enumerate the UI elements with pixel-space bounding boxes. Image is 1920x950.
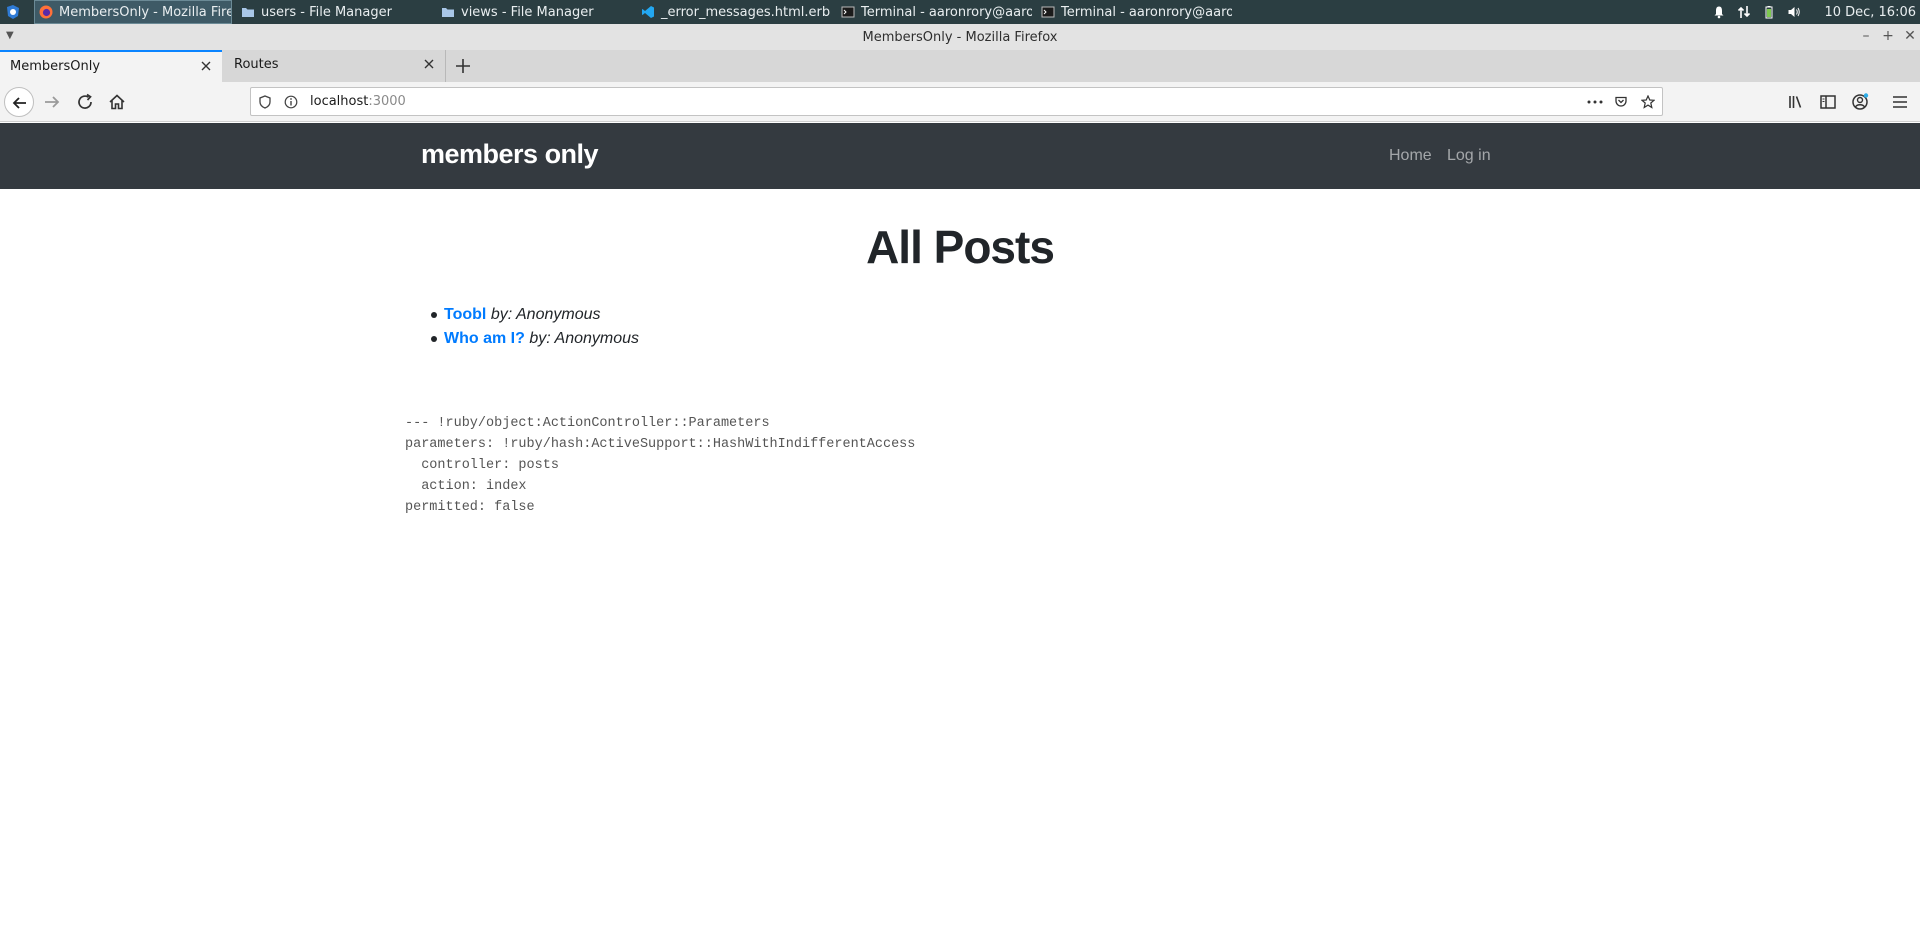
post-list: Toobl by: Anonymous Who am I? by: Anonym… — [430, 303, 640, 351]
hamburger-menu-icon[interactable] — [1890, 92, 1910, 112]
more-actions-icon[interactable] — [1586, 95, 1604, 109]
browser-toolbar: localhost:3000 — [0, 82, 1920, 122]
task-terminal-2[interactable]: Terminal - aaronrory@aaron... — [1037, 0, 1232, 24]
debug-line: --- !ruby/object:ActionController::Param… — [405, 416, 770, 431]
tab-label: Routes — [234, 57, 279, 72]
home-icon[interactable] — [107, 92, 127, 112]
window-titlebar: ▼ MembersOnly - Mozilla Firefox – + ✕ — [0, 24, 1920, 52]
sidebar-icon[interactable] — [1818, 92, 1838, 112]
back-button[interactable] — [4, 87, 34, 117]
post-author: by: Anonymous — [529, 330, 640, 347]
debug-line: permitted: false — [405, 500, 535, 515]
task-label: users - File Manager — [261, 4, 392, 20]
bookmark-star-icon[interactable] — [1641, 95, 1655, 109]
task-file-manager-views[interactable]: views - File Manager — [437, 0, 627, 24]
os-taskbar: MembersOnly - Mozilla Firefox users - Fi… — [0, 0, 1920, 24]
post-link[interactable]: Toobl — [444, 306, 486, 323]
url-text[interactable]: localhost:3000 — [310, 94, 406, 109]
tab-strip: MembersOnly Routes — [0, 50, 1920, 82]
page-content: members only Home Log in All Posts Toobl… — [0, 123, 1920, 950]
minimize-icon[interactable]: – — [1858, 28, 1874, 44]
page-title: All Posts — [866, 221, 1055, 273]
debug-line: controller: posts — [405, 458, 559, 473]
firefox-icon — [39, 5, 53, 19]
task-label: _error_messages.html.erb - ... — [661, 4, 832, 20]
maximize-icon[interactable]: + — [1880, 28, 1896, 44]
task-label: Terminal - aaronrory@aaron... — [1061, 4, 1232, 20]
site-brand[interactable]: members only — [421, 139, 599, 170]
post-link[interactable]: Who am I? — [444, 330, 525, 347]
reload-icon[interactable] — [75, 92, 95, 112]
list-item: Who am I? by: Anonymous — [430, 327, 640, 351]
debug-line: parameters: !ruby/hash:ActiveSupport::Ha… — [405, 437, 916, 452]
new-tab-icon[interactable] — [453, 56, 473, 76]
task-file-manager-users[interactable]: users - File Manager — [237, 0, 427, 24]
account-icon[interactable] — [1850, 92, 1870, 112]
info-icon[interactable] — [284, 95, 298, 109]
library-icon[interactable] — [1786, 92, 1806, 112]
folder-icon — [242, 8, 254, 17]
battery-icon[interactable] — [1762, 5, 1776, 19]
task-terminal-1[interactable]: Terminal - aaronrory@aaron... — [837, 0, 1032, 24]
close-tab-icon[interactable] — [423, 58, 435, 70]
bell-icon[interactable] — [1712, 5, 1726, 19]
list-item: Toobl by: Anonymous — [430, 303, 639, 327]
debug-params: --- !ruby/object:ActionController::Param… — [405, 413, 915, 518]
close-window-icon[interactable]: ✕ — [1902, 28, 1918, 44]
nav-home-link[interactable]: Home — [1389, 147, 1432, 165]
network-icon[interactable] — [1737, 5, 1751, 19]
pocket-icon[interactable] — [1614, 95, 1628, 109]
system-tray: 10 Dec, 16:06 — [1712, 0, 1920, 24]
app-menu-icon[interactable] — [4, 3, 22, 21]
url-host: localhost — [310, 94, 369, 109]
terminal-icon — [841, 6, 855, 18]
nav-login-link[interactable]: Log in — [1447, 147, 1491, 165]
close-tab-icon[interactable] — [200, 60, 212, 72]
folder-icon — [442, 8, 454, 17]
task-label: views - File Manager — [461, 4, 594, 20]
task-label: Terminal - aaronrory@aaron... — [861, 4, 1032, 20]
shield-icon[interactable] — [258, 95, 272, 109]
tab-routes[interactable]: Routes — [224, 50, 446, 82]
task-label: MembersOnly - Mozilla Firefox — [59, 4, 231, 20]
task-firefox[interactable]: MembersOnly - Mozilla Firefox — [34, 0, 232, 24]
volume-icon[interactable] — [1787, 5, 1801, 19]
clock[interactable]: 10 Dec, 16:06 — [1824, 5, 1916, 20]
vscode-icon — [642, 6, 654, 18]
site-navbar: members only Home Log in — [0, 123, 1920, 189]
tab-membersonly[interactable]: MembersOnly — [0, 50, 222, 82]
window-title: MembersOnly - Mozilla Firefox — [862, 30, 1058, 45]
debug-line: action: index — [405, 479, 527, 494]
url-port: :3000 — [368, 94, 406, 109]
tab-label: MembersOnly — [10, 59, 101, 74]
task-vscode[interactable]: _error_messages.html.erb - ... — [637, 0, 832, 24]
post-author: by: Anonymous — [490, 306, 601, 323]
terminal-icon — [1041, 6, 1055, 18]
url-bar[interactable]: localhost:3000 — [250, 87, 1663, 116]
back-arrow-icon — [12, 97, 26, 109]
forward-icon[interactable] — [42, 92, 62, 112]
